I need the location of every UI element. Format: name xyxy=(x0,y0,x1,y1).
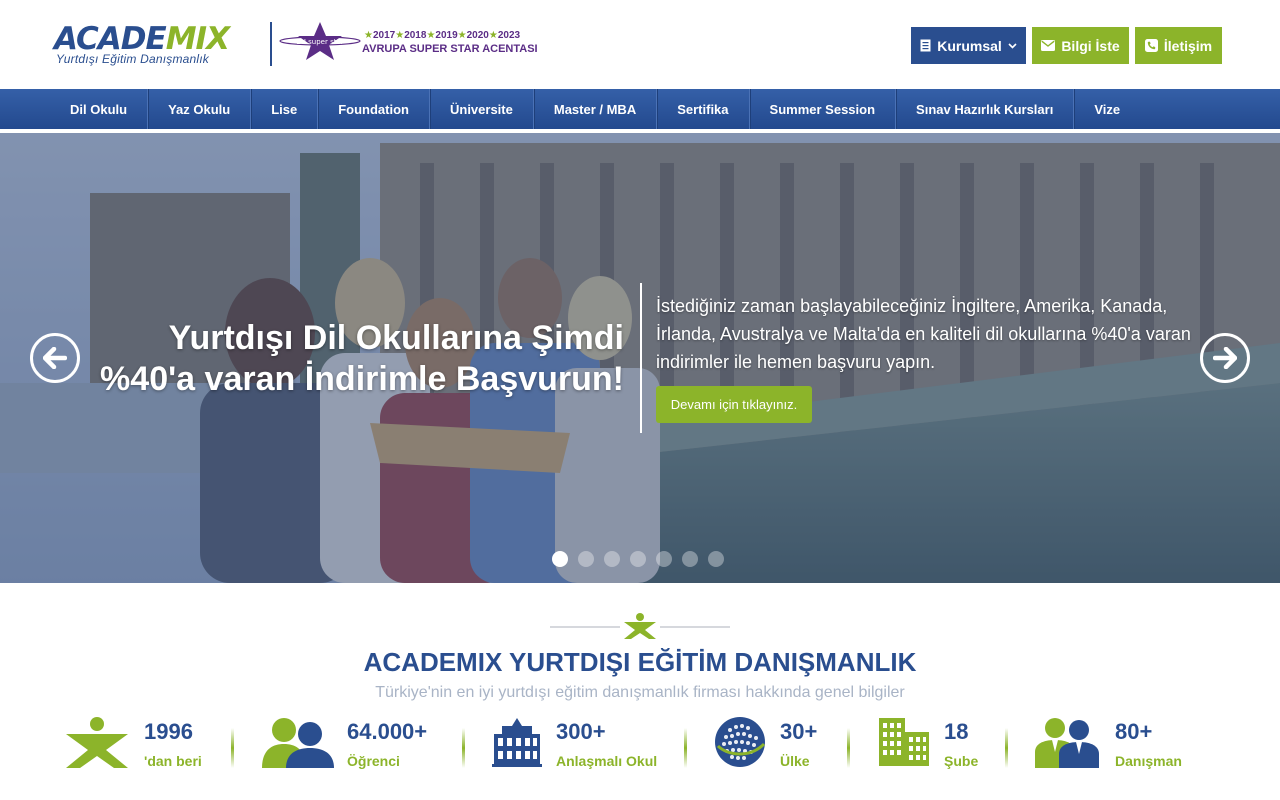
academix-x-icon xyxy=(66,717,128,768)
nav-item-sertifika[interactable]: Sertifika xyxy=(657,89,750,129)
consultants-icon xyxy=(1035,718,1099,768)
envelope-icon xyxy=(1041,40,1056,51)
arrow-right-icon xyxy=(1213,347,1237,369)
stat-value: 30+ xyxy=(780,719,818,744)
phone-icon xyxy=(1144,39,1158,52)
nav-item-dil-okulu[interactable]: Dil Okulu xyxy=(50,89,149,129)
slider-dot[interactable] xyxy=(708,551,724,567)
iletisim-button[interactable]: İletişim xyxy=(1135,27,1222,64)
hero-divider xyxy=(640,283,642,433)
nav-item-lise[interactable]: Lise xyxy=(251,89,319,129)
hero-description: İstediğiniz zaman başlayabileceğiniz İng… xyxy=(656,296,1191,372)
school-building-icon xyxy=(492,718,542,767)
slider-dot[interactable] xyxy=(656,551,672,567)
stat-value: 1996 xyxy=(144,719,193,744)
academix-logo[interactable]: ACADEMIX Yurtdışı Eğitim Danışmanlık xyxy=(54,22,266,66)
award-badge: EU super star ★2017★2018★2019★2020★2023 … xyxy=(276,20,538,66)
stat-label: Anlaşmalı Okul xyxy=(556,753,658,769)
site-header: ACADEMIX Yurtdışı Eğitim Danışmanlık EU … xyxy=(0,0,1280,89)
kurumsal-button[interactable]: Kurumsal xyxy=(911,27,1026,64)
stat-label: Danışman xyxy=(1115,753,1182,769)
stat-label: 'dan beri xyxy=(144,753,202,769)
document-icon xyxy=(920,39,931,52)
slider-dot[interactable] xyxy=(604,551,620,567)
bilgi-iste-button[interactable]: Bilgi İste xyxy=(1032,27,1129,64)
hero-title: Yurtdışı Dil Okullarına Şimdi %40'a vara… xyxy=(100,319,624,398)
nav-item-vize[interactable]: Vize xyxy=(1074,89,1140,129)
slider-dot[interactable] xyxy=(682,551,698,567)
globe-icon xyxy=(715,717,766,767)
award-title: AVRUPA SUPER STAR ACENTASI xyxy=(362,43,538,55)
intro-subtitle: Türkiye'nin en iyi yurtdışı eğitim danış… xyxy=(375,684,905,701)
stat-separator xyxy=(1005,728,1008,768)
hero-cta-button[interactable]: Devamı için tıklayınız. xyxy=(656,386,812,423)
nav-item-sinav-hazirlik[interactable]: Sınav Hazırlık Kursları xyxy=(896,89,1075,129)
slider-dot[interactable] xyxy=(630,551,646,567)
stat-separator xyxy=(684,728,687,768)
arrow-left-icon xyxy=(43,347,67,369)
stat-separator xyxy=(231,728,234,768)
students-icon xyxy=(262,718,334,768)
nav-item-yaz-okulu[interactable]: Yaz Okulu xyxy=(148,89,252,129)
stat-countries: 30+ Ülke xyxy=(714,712,834,774)
stat-students: 64.000+ Öğrenci xyxy=(262,712,442,774)
logo-divider xyxy=(270,22,272,66)
stat-separator xyxy=(462,728,465,768)
award-years: ★2017★2018★2019★2020★2023 xyxy=(364,30,521,41)
bilgi-iste-label: Bilgi İste xyxy=(1061,37,1120,54)
slider-dot[interactable] xyxy=(552,551,568,567)
nav-items: Dil Okulu Yaz Okulu Lise Foundation Üniv… xyxy=(50,89,1140,129)
stat-label: Şube xyxy=(944,753,979,769)
stat-label: Ülke xyxy=(780,753,810,769)
award-badge-text: EU super star xyxy=(296,38,343,46)
stat-branches: 18 Şube xyxy=(877,712,987,774)
office-buildings-icon xyxy=(879,718,929,766)
intro-title: ACADEMIX YURTDIŞI EĞİTİM DANIŞMANLIK xyxy=(363,647,917,677)
chevron-down-icon xyxy=(1008,42,1017,49)
iletisim-label: İletişim xyxy=(1163,37,1213,54)
kurumsal-label: Kurumsal xyxy=(937,37,1002,54)
logo-wordmark: ACADEMIX xyxy=(54,21,230,57)
nav-item-master-mba[interactable]: Master / MBA xyxy=(534,89,658,129)
slider-prev-button[interactable] xyxy=(30,333,80,383)
nav-item-foundation[interactable]: Foundation xyxy=(318,89,430,129)
stat-value: 18 xyxy=(944,719,969,744)
main-navigation: Dil Okulu Yaz Okulu Lise Foundation Üniv… xyxy=(0,89,1280,129)
logo-subtitle: Yurtdışı Eğitim Danışmanlık xyxy=(56,52,210,66)
nav-item-universite[interactable]: Üniversite xyxy=(430,89,534,129)
stat-schools: 300+ Anlaşmalı Okul xyxy=(492,712,672,774)
stat-value: 300+ xyxy=(556,719,606,744)
super-star-badge-icon: EU super star xyxy=(279,22,361,60)
hero-slider: Yurtdışı Dil Okullarına Şimdi %40'a vara… xyxy=(0,133,1280,583)
stat-since: 1996 'dan beri xyxy=(64,712,214,774)
stat-separator xyxy=(847,728,850,768)
slider-dot[interactable] xyxy=(578,551,594,567)
stat-value: 80+ xyxy=(1115,719,1153,744)
slider-next-button[interactable] xyxy=(1200,333,1250,383)
stat-consultants: 80+ Danışman xyxy=(1035,712,1205,774)
academix-x-divider-icon xyxy=(550,613,730,639)
stat-label: Öğrenci xyxy=(347,753,400,769)
slider-pagination xyxy=(552,551,724,567)
stat-value: 64.000+ xyxy=(347,719,428,744)
nav-item-summer-session[interactable]: Summer Session xyxy=(750,89,897,129)
